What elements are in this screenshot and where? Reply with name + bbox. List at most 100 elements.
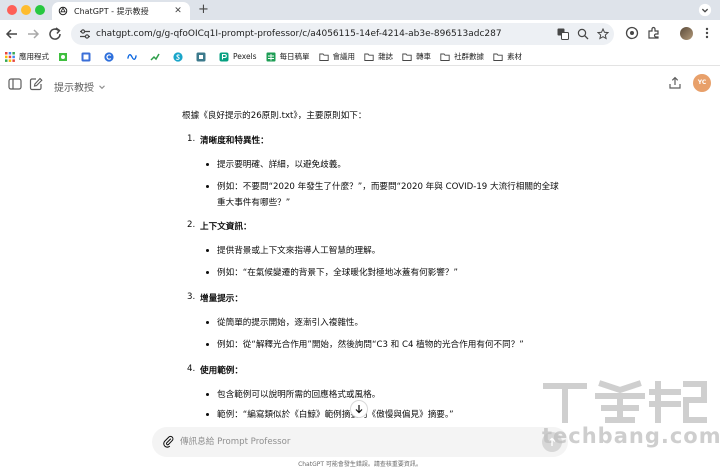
blue-square-icon <box>81 52 91 61</box>
bookmark-label: 會議用 <box>332 52 356 61</box>
window-close-button[interactable] <box>7 5 17 15</box>
bullet-text: 例如：從“解釋光合作用”開始，然後詢問“C3 和 C4 植物的光合作用有何不同？… <box>217 340 524 350</box>
c-circle-icon <box>104 51 114 62</box>
bullet-text: 從簡單的提示開始，逐漸引入複雜性。 <box>217 318 364 328</box>
bullet-text: 例如：“在氣候變遷的背景下，全球暖化對極地冰蓋有何影響？” <box>217 268 458 278</box>
browser-tab-chatgpt[interactable]: ChatGPT - 提示教授 ✕ <box>52 2 190 20</box>
section-number: 1. <box>187 134 196 144</box>
gray-square-icon <box>196 52 206 61</box>
pexels-icon <box>219 52 229 61</box>
openai-logo-icon <box>58 6 68 16</box>
bookmark-folder-meeting[interactable]: 會議用 <box>318 48 356 66</box>
bookmark-item[interactable] <box>173 48 187 66</box>
bookmark-daily-sheet[interactable]: 每日稿單 <box>266 48 310 66</box>
paperclip-icon[interactable] <box>162 435 175 448</box>
gpt-name: 提示教授 <box>54 83 94 94</box>
bullet-dot <box>206 343 209 346</box>
bookmark-folder-assets[interactable]: 素材 <box>493 48 522 66</box>
bullet-dot <box>206 185 209 188</box>
bookmark-item[interactable] <box>58 48 72 66</box>
bullet-dot <box>206 321 209 324</box>
techbang-watermark: techbang.com <box>536 378 720 454</box>
bullet-dot <box>206 163 209 166</box>
bookmark-label: Pexels <box>233 52 257 61</box>
bookmark-item[interactable] <box>104 48 118 66</box>
bullet-text: 提供背景或上下文來指導人工智慧的理解。 <box>217 246 381 256</box>
bullet-dot <box>206 413 209 416</box>
watermark-text: techbang.com <box>542 424 720 448</box>
bookmark-label: 每日稿單 <box>279 52 310 61</box>
bullet-dot <box>206 271 209 274</box>
folder-icon <box>402 53 412 61</box>
message-intro: 根據《良好提示的26原則.txt》，主要原則如下： <box>182 111 367 121</box>
bookmark-item[interactable] <box>127 48 141 66</box>
bookmark-star-icon[interactable] <box>597 28 609 40</box>
folder-icon <box>440 53 450 61</box>
sidebar-toggle-icon[interactable] <box>8 77 22 91</box>
address-bar[interactable]: chatgpt.com/g/g-qfoOICq1I-prompt-profess… <box>71 23 614 45</box>
section-title: 使用範例： <box>200 366 243 376</box>
bookmark-item[interactable] <box>81 48 95 66</box>
bookmark-pexels[interactable]: Pexels <box>219 48 257 66</box>
gpt-switcher[interactable]: 提示教授 <box>54 79 106 94</box>
section-number: 4. <box>187 364 196 374</box>
extensions-puzzle-icon[interactable] <box>647 26 661 40</box>
bookmark-item[interactable] <box>196 48 210 66</box>
bullet-text: 例如：不要問“2020 年發生了什麼？”，而要問“2020 年與 COVID-1… <box>217 182 559 208</box>
folder-icon <box>364 53 374 61</box>
bookmark-item[interactable] <box>150 48 164 66</box>
bullet-text: 提示要明確、詳細，以避免歧義。 <box>217 160 346 170</box>
new-chat-icon[interactable] <box>29 77 43 91</box>
s-circle-icon <box>173 51 183 62</box>
bookmark-label: 素材 <box>507 52 523 61</box>
window-maximize-button[interactable] <box>35 5 45 15</box>
share-icon[interactable] <box>668 76 682 90</box>
back-arrow-icon[interactable] <box>4 26 20 42</box>
site-settings-icon[interactable] <box>79 28 91 40</box>
bookmark-label: 社群數據 <box>454 52 485 61</box>
folder-icon <box>493 53 503 61</box>
chat-header: 提示教授 YC <box>0 66 720 102</box>
translate-icon[interactable] <box>557 28 569 40</box>
extension-sync-icon[interactable] <box>625 26 639 40</box>
trend-icon <box>150 53 160 61</box>
sheets-icon <box>266 52 276 61</box>
section-title: 清晰度和特異性： <box>200 136 269 146</box>
message-composer <box>152 427 568 457</box>
folder-icon <box>318 53 329 61</box>
zoom-icon[interactable] <box>577 28 589 40</box>
apps-grid-icon <box>5 51 15 62</box>
bullet-text: 範例：“編寫類似於《白鯨》範例摘要的《傲慢與偏見》摘要。” <box>217 410 454 420</box>
green-puzzle-icon <box>59 52 67 61</box>
techbang-logo-icon <box>543 380 707 423</box>
section-title: 上下文資訊： <box>200 222 252 232</box>
arrow-down-icon <box>355 405 363 414</box>
browser-tab-strip: ChatGPT - 提示教授 ✕ + <box>0 0 720 20</box>
forward-arrow-icon[interactable] <box>25 26 41 42</box>
scroll-to-bottom-button[interactable] <box>350 400 368 418</box>
message-input[interactable] <box>180 427 520 457</box>
bookmark-folder-social-data[interactable]: 社群數據 <box>440 48 484 66</box>
window-minimize-button[interactable] <box>21 5 31 15</box>
url-text[interactable]: chatgpt.com/g/g-qfoOICq1I-prompt-profess… <box>96 23 502 45</box>
section-number: 2. <box>187 220 196 230</box>
bookmark-folder-magazine[interactable]: 雜誌 <box>364 48 393 66</box>
tab-close-icon[interactable]: ✕ <box>172 6 184 16</box>
chevron-down-icon <box>99 84 105 89</box>
section-number: 3. <box>187 292 196 302</box>
meta-icon <box>127 53 137 60</box>
bookmarks-bar: 應用程式 Pexels 每日稿單 會議用 雜誌 轉車 社群數據 素材 <box>0 48 720 66</box>
bookmark-apps[interactable]: 應用程式 <box>5 48 49 66</box>
profile-avatar[interactable] <box>680 27 693 40</box>
bookmark-label: 雜誌 <box>378 52 394 61</box>
reload-icon[interactable] <box>47 26 63 42</box>
bookmark-label: 轉車 <box>416 52 432 61</box>
new-tab-button[interactable]: + <box>198 2 209 18</box>
user-avatar[interactable]: YC <box>693 74 711 92</box>
bookmark-folder-transfer[interactable]: 轉車 <box>402 48 431 66</box>
browser-menu-icon[interactable] <box>700 26 714 40</box>
tab-title: ChatGPT - 提示教授 <box>74 6 149 16</box>
disclaimer-text: ChatGPT 可能會發生錯誤。請查核重要資訊。 <box>298 461 422 468</box>
tab-search-chevron-icon[interactable] <box>698 3 712 17</box>
bookmark-label: 應用程式 <box>19 52 49 61</box>
